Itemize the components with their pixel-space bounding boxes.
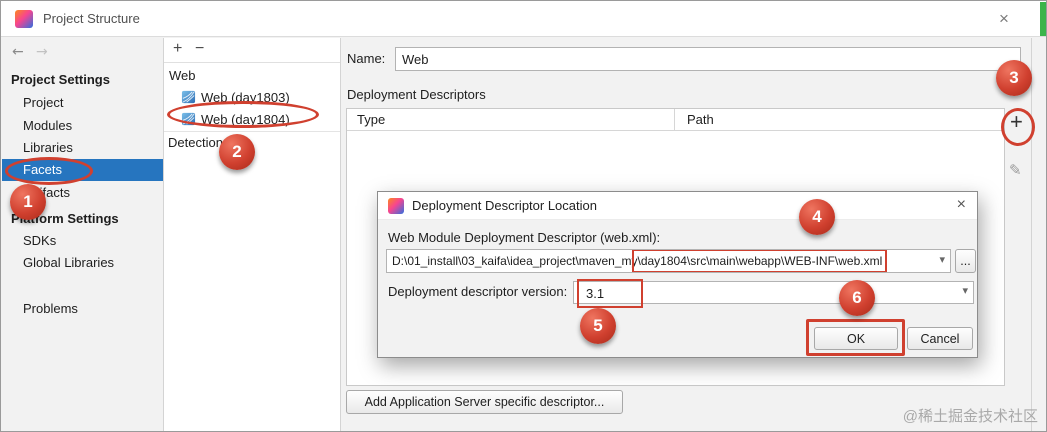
browse-button[interactable]: ... — [955, 249, 976, 273]
path-highlight: \day1804\src\main\webapp\WEB-INF\web.xml — [632, 250, 888, 272]
watermark: @稀土掘金技术社区 — [902, 408, 1038, 425]
chevron-down-icon[interactable]: ▾ — [939, 253, 945, 266]
tree-item-web-day1804[interactable]: Web (day1804) — [164, 109, 340, 130]
add-descriptor-button[interactable]: + — [1010, 109, 1023, 135]
tree-item-label: Web (day1803) — [201, 90, 290, 105]
add-facet-icon[interactable]: + — [173, 40, 182, 58]
project-structure-window: Project Structure × ← → Project Settings… — [0, 0, 1047, 432]
path-prefix: D:\01_install\03_kaifa\idea_project\mave… — [392, 254, 638, 268]
sidebar-item-libraries[interactable]: Libraries — [2, 137, 163, 159]
dialog-close-icon[interactable]: × — [957, 196, 966, 214]
section-header-platform-settings: Platform Settings — [11, 211, 119, 226]
close-icon[interactable]: × — [999, 9, 1009, 29]
column-header-type: Type — [347, 109, 675, 130]
tree-root-web[interactable]: Web — [169, 66, 196, 86]
table-header: Type Path — [347, 109, 1004, 131]
facet-name-input[interactable] — [395, 47, 1021, 71]
idea-logo-icon — [15, 10, 33, 28]
web-xml-label: Web Module Deployment Descriptor (web.xm… — [388, 230, 661, 245]
sidebar-item-global-libraries[interactable]: Global Libraries — [2, 252, 163, 274]
forward-arrow-icon[interactable]: → — [36, 44, 48, 60]
chevron-down-icon[interactable]: ▾ — [962, 284, 968, 297]
tree-toolbar: + − — [164, 38, 340, 63]
deployment-descriptors-title: Deployment Descriptors — [347, 87, 486, 102]
version-label: Deployment descriptor version: — [388, 284, 568, 299]
window-titlebar: Project Structure × — [1, 1, 1046, 37]
ok-button[interactable]: OK — [814, 327, 898, 350]
edit-descriptor-icon[interactable]: ✎ — [1009, 161, 1022, 179]
sidebar-item-project[interactable]: Project — [2, 92, 163, 114]
version-combobox[interactable]: 3.1 ▾ — [573, 279, 974, 308]
version-value: 3.1 — [576, 279, 644, 308]
cancel-button[interactable]: Cancel — [907, 327, 973, 350]
section-header-project-settings: Project Settings — [11, 72, 110, 87]
panel-divider — [1031, 38, 1032, 431]
sidebar-item-modules[interactable]: Modules — [2, 115, 163, 137]
web-xml-path-combobox[interactable]: D:\01_install\03_kaifa\idea_project\mave… — [386, 249, 951, 273]
add-app-server-descriptor-button[interactable]: Add Application Server specific descript… — [346, 390, 623, 414]
window-title: Project Structure — [43, 11, 140, 26]
remove-facet-icon[interactable]: − — [195, 40, 204, 58]
back-arrow-icon[interactable]: ← — [12, 44, 24, 60]
dialog-titlebar: Deployment Descriptor Location × — [378, 192, 977, 220]
name-label: Name: — [347, 51, 386, 66]
facets-tree-panel: + − Web Web (day1803) Web (day1804) Dete… — [164, 38, 341, 431]
detection-header: Detection — [164, 131, 340, 153]
column-header-path: Path — [687, 112, 714, 127]
web-facet-icon — [181, 89, 196, 104]
settings-sidebar: ← → Project Settings Project Modules Lib… — [2, 38, 164, 431]
web-xml-path-value: D:\01_install\03_kaifa\idea_project\mave… — [392, 250, 932, 272]
green-edge-strip — [1040, 2, 1046, 36]
tree-item-label: Web (day1804) — [201, 112, 290, 127]
idea-logo-icon — [388, 198, 404, 214]
sidebar-item-artifacts[interactable]: Artifacts — [2, 182, 163, 204]
tree-item-web-day1803[interactable]: Web (day1803) — [164, 87, 340, 108]
deployment-descriptor-dialog: Deployment Descriptor Location × Web Mod… — [377, 191, 978, 358]
dialog-title: Deployment Descriptor Location — [412, 198, 597, 213]
web-facet-icon — [181, 111, 196, 126]
sidebar-item-facets[interactable]: Facets — [2, 159, 163, 181]
sidebar-item-sdks[interactable]: SDKs — [2, 230, 163, 252]
sidebar-item-problems[interactable]: Problems — [2, 298, 163, 320]
